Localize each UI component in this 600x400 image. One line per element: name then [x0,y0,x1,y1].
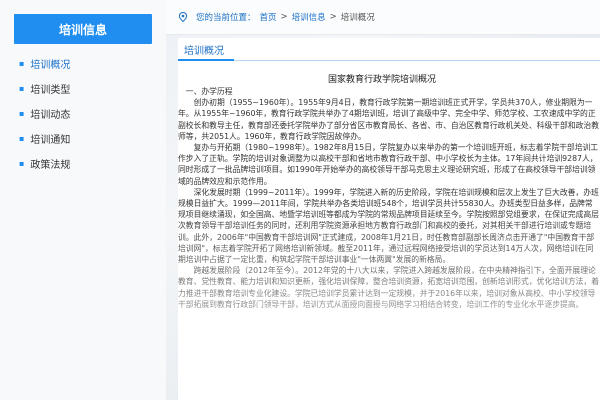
bullet-icon: ▪ [19,83,25,93]
breadcrumb-prefix: 您的当前位置： [196,13,256,23]
breadcrumb-section-link[interactable]: 培训信息 [292,11,326,23]
main-content: 培训概况 国家教育行政学院培训概况 一、办学历程 创办初期（1955~1960年… [178,38,600,400]
breadcrumb: 您的当前位置： 首页 > 培训信息 > 培训概况 [166,0,600,35]
bullet-icon: ▪ [19,158,25,168]
tab-active-underline [178,59,234,61]
breadcrumb-home-link[interactable]: 首页 [260,11,277,23]
tab-divider [178,60,600,61]
article-paragraph: 创办初期（1955~1960年）。1955年9月4日，教育行政学院第一期培训班正… [178,98,600,141]
sidebar-item-label: 培训动态 [30,109,71,121]
article-paragraph: 深化发展时期（1999~2011年）。1999年，学院进入新的历史阶段，学院在培… [178,187,600,265]
bullet-icon: ▪ [19,58,25,68]
article-paragraph: 复办与开拓期（1980~1998年）。1982年8月15日，学院复办以来举办的第… [178,143,599,186]
bullet-icon: ▪ [19,133,25,143]
sidebar-item-news[interactable]: ▪ 培训动态 [14,102,158,124]
article-title: 国家教育行政学院培训概况 [328,75,437,85]
section-heading: 一、办学历程 [185,87,233,96]
sidebar-list: ▪ 培训概况 ▪ 培训类型 ▪ 培训动态 ▪ 培训通知 ▪ 政策法规 [14,52,158,177]
tab-overview[interactable]: 培训概况 [178,42,224,57]
sidebar-item-notices[interactable]: ▪ 培训通知 [14,127,158,149]
sidebar-title: 培训信息 [14,14,152,44]
bullet-icon: ▪ [19,108,25,118]
breadcrumb-current: 培训概况 [340,13,375,23]
breadcrumb-separator: > [329,12,337,22]
sidebar-item-label: 培训通知 [30,134,71,146]
location-pin-icon [178,12,188,22]
sidebar-item-label: 政策法规 [30,159,71,171]
article-body: 一、办学历程 创办初期（1955~1960年）。1955年9月4日，教育行政学院… [178,86,600,400]
sidebar-item-label: 培训类型 [30,84,71,96]
sidebar: 培训信息 ▪ 培训概况 ▪ 培训类型 ▪ 培训动态 ▪ 培训通知 ▪ 政策法规 [0,0,166,400]
article-paragraph: 跨越发展阶段（2012年至今）。2012年党的十八大以来，学院进入跨越发展阶段，… [178,266,600,309]
sidebar-item-types[interactable]: ▪ 培训类型 [14,77,158,99]
breadcrumb-separator: > [280,12,288,22]
sidebar-item-policies[interactable]: ▪ 政策法规 [14,152,158,174]
sidebar-item-label: 培训概况 [30,59,71,71]
sidebar-item-overview[interactable]: ▪ 培训概况 [14,52,158,74]
